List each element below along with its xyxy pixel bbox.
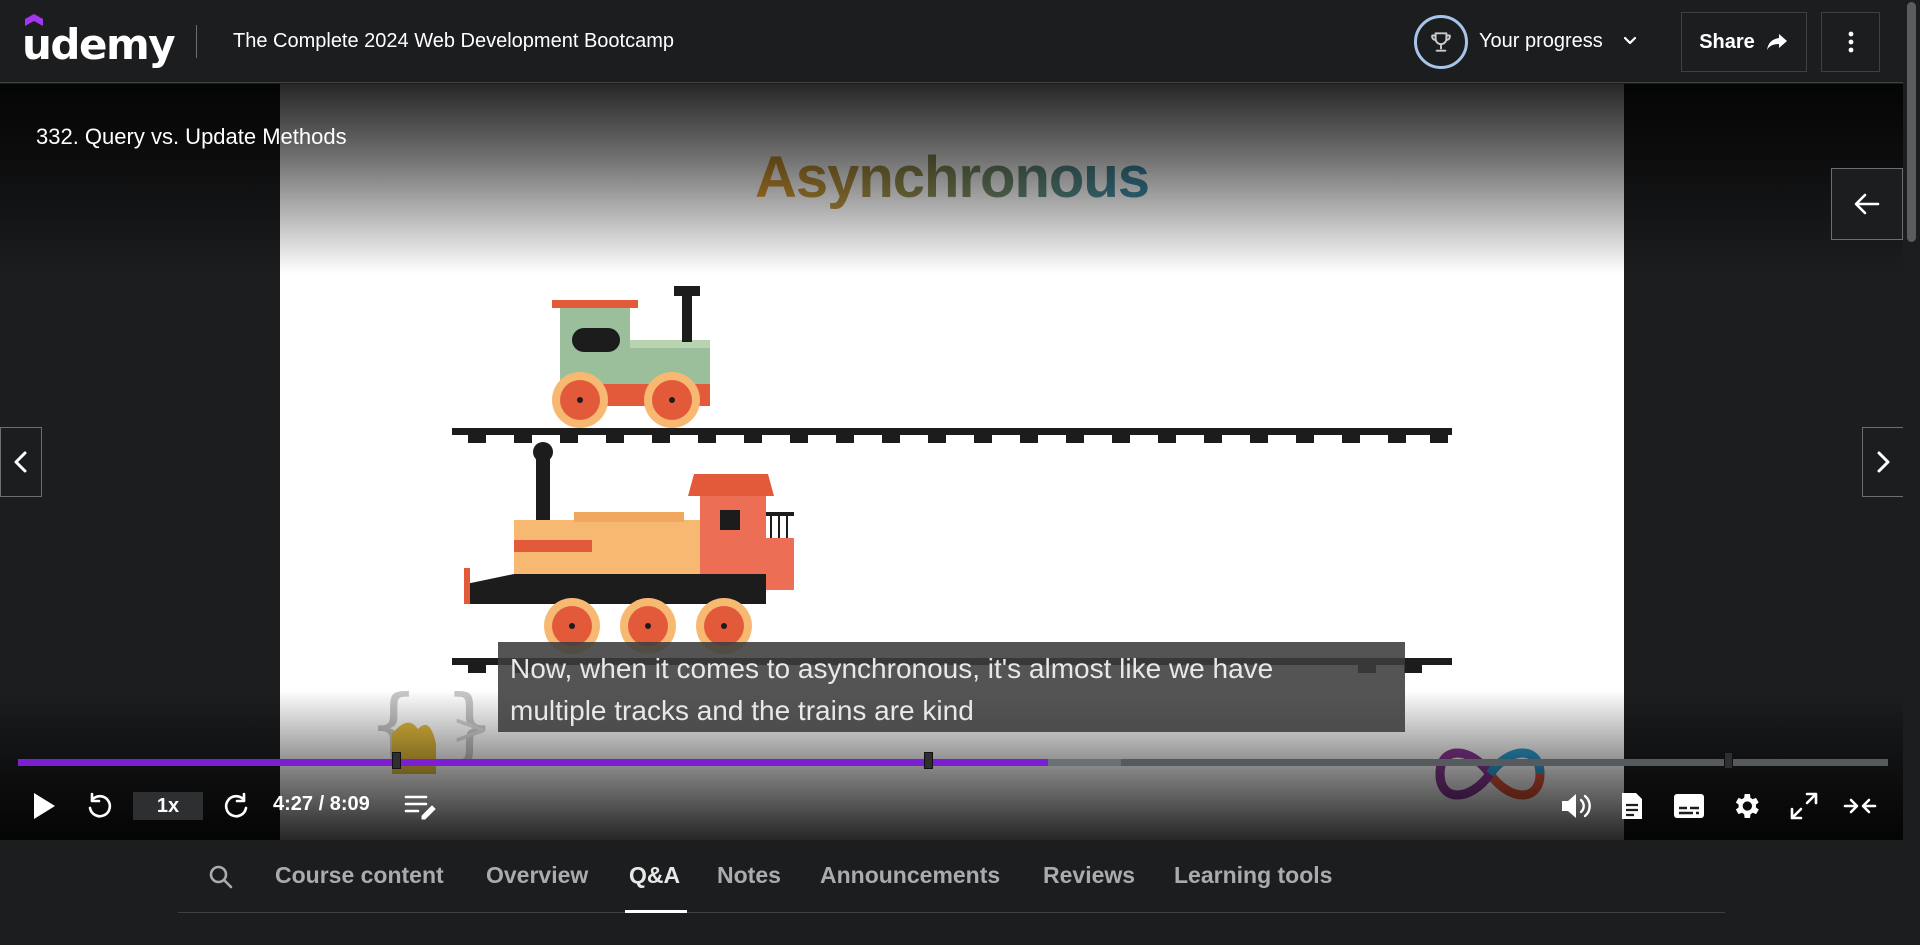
your-progress-button[interactable]: Your progress bbox=[1479, 30, 1603, 53]
expand-icon bbox=[1790, 792, 1818, 820]
vertical-dots-icon bbox=[1848, 31, 1853, 53]
tab-reviews[interactable]: Reviews bbox=[1043, 862, 1135, 889]
course-title[interactable]: The Complete 2024 Web Development Bootca… bbox=[233, 30, 674, 53]
player-controls: 1x 4:27 / 8:09 bbox=[0, 780, 1903, 832]
caption-box: Now, when it comes to asynchronous, it's… bbox=[498, 642, 1405, 732]
tab-overview[interactable]: Overview bbox=[486, 862, 588, 889]
volume-button[interactable] bbox=[1556, 780, 1596, 832]
gear-icon bbox=[1735, 794, 1759, 818]
playback-rate-button[interactable]: 1x bbox=[133, 792, 203, 820]
collapse-arrows-icon bbox=[1843, 798, 1877, 814]
tab-announcements[interactable]: Announcements bbox=[820, 862, 1000, 889]
forward-icon bbox=[224, 792, 248, 818]
open-sidebar-button[interactable] bbox=[1831, 168, 1903, 240]
add-note-button[interactable] bbox=[402, 780, 438, 832]
settings-button[interactable] bbox=[1726, 780, 1766, 832]
tab-learning-tools[interactable]: Learning tools bbox=[1174, 862, 1332, 889]
progress-ring[interactable] bbox=[1414, 15, 1468, 69]
play-button[interactable] bbox=[24, 780, 64, 832]
chevron-right-icon bbox=[1877, 451, 1890, 473]
bookmark-marker[interactable] bbox=[1724, 752, 1733, 769]
bookmark-marker[interactable] bbox=[392, 752, 401, 769]
captions-icon bbox=[1674, 794, 1704, 818]
search-icon[interactable] bbox=[208, 864, 234, 890]
theater-mode-button[interactable] bbox=[1840, 780, 1880, 832]
rewind-icon bbox=[88, 792, 112, 818]
captions-button[interactable] bbox=[1669, 780, 1709, 832]
logo-text: udemy bbox=[22, 20, 176, 69]
previous-lecture-button[interactable] bbox=[0, 427, 42, 497]
next-lecture-button[interactable] bbox=[1862, 427, 1904, 497]
transcript-button[interactable] bbox=[1614, 780, 1650, 832]
list-edit-icon bbox=[404, 795, 436, 820]
tab-notes[interactable]: Notes bbox=[717, 862, 781, 889]
tab-course-content[interactable]: Course content bbox=[275, 862, 444, 889]
arrow-left-icon bbox=[1854, 193, 1880, 215]
chevron-down-icon[interactable] bbox=[1620, 31, 1640, 51]
caption-line: Now, when it comes to asynchronous, it's… bbox=[510, 653, 1274, 684]
lecture-title: 332. Query vs. Update Methods bbox=[36, 124, 347, 149]
volume-icon bbox=[1562, 794, 1591, 818]
udemy-logo[interactable]: udemy bbox=[22, 12, 176, 70]
course-tabs: Course content Overview Q&A Notes Announ… bbox=[178, 840, 1725, 913]
seek-progress bbox=[18, 759, 1049, 766]
tab-qa[interactable]: Q&A bbox=[629, 862, 680, 889]
fullscreen-button[interactable] bbox=[1784, 780, 1824, 832]
rewind-button[interactable] bbox=[80, 780, 120, 832]
time-display: 4:27 / 8:09 bbox=[273, 793, 370, 815]
active-tab-indicator bbox=[625, 910, 687, 913]
chevron-left-icon bbox=[14, 451, 27, 473]
share-label: Share bbox=[1699, 30, 1755, 53]
scrollbar-thumb[interactable] bbox=[1907, 2, 1916, 242]
more-options-button[interactable] bbox=[1821, 12, 1880, 72]
document-icon bbox=[1622, 793, 1642, 819]
header: udemy The Complete 2024 Web Development … bbox=[0, 0, 1920, 83]
share-arrow-icon bbox=[1766, 34, 1787, 50]
caption-line: multiple tracks and the trains are kind bbox=[510, 695, 974, 726]
svg-text:>: > bbox=[452, 704, 489, 755]
play-icon bbox=[34, 793, 55, 819]
page-scrollbar[interactable] bbox=[1903, 0, 1920, 945]
share-button[interactable]: Share bbox=[1681, 12, 1807, 72]
trophy-icon bbox=[1431, 32, 1451, 52]
seek-bar[interactable] bbox=[18, 752, 1888, 769]
bookmark-marker[interactable] bbox=[924, 752, 933, 769]
header-divider bbox=[196, 25, 197, 58]
forward-button[interactable] bbox=[216, 780, 256, 832]
